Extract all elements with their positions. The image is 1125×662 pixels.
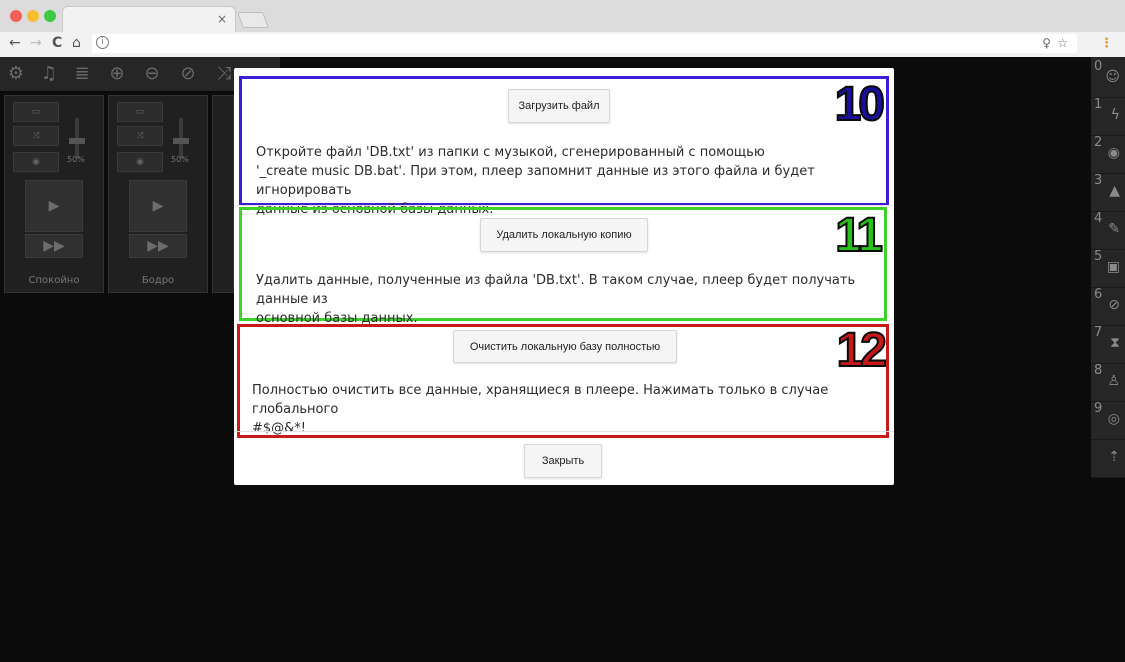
gear-icon[interactable]: ⚙ <box>4 62 28 86</box>
divider <box>234 205 894 206</box>
next-button[interactable]: ▶▶ <box>129 234 187 258</box>
sidebar-item[interactable]: 1ϟ <box>1091 95 1125 136</box>
hourglass-icon: ⧗ <box>1110 335 1120 351</box>
key-icon[interactable]: ♀ <box>1042 36 1051 50</box>
info-icon[interactable]: i <box>96 36 109 49</box>
browser-tab[interactable]: × <box>62 6 236 33</box>
load-file-button[interactable]: Загрузить файл <box>508 89 610 123</box>
sidebar-item[interactable]: 5 ▣ <box>1091 247 1125 288</box>
browser-chrome: × ← → C ⌂ i ♀ ☆ ⋮ <box>0 0 1125 58</box>
volume-knob[interactable] <box>69 138 85 144</box>
title-bar: × <box>0 0 1125 33</box>
star-icon[interactable]: ☆ <box>1057 36 1068 50</box>
volume-slider[interactable] <box>69 118 85 158</box>
section-delete-local: Удалить локальную копию 11 Удалить данны… <box>239 207 887 326</box>
maximize-window-button[interactable] <box>44 10 56 22</box>
volume-slider[interactable] <box>173 118 189 158</box>
joystick-icon: ♙ <box>1107 373 1120 389</box>
sound-panel-partial <box>212 95 234 293</box>
target-icon: ◎ <box>1107 411 1120 427</box>
sidebar-item[interactable]: 0 ☺ <box>1091 57 1125 98</box>
close-window-button[interactable] <box>10 10 22 22</box>
lightning-icon: ϟ <box>1110 107 1120 123</box>
sound-panel: ▭ ⤨ ◉ 50% ▶ ▶▶ Бодро <box>108 95 208 293</box>
sidebar-item[interactable]: 8 ♙ <box>1091 361 1125 402</box>
section-description: Полностью очистить все данные, хранящиес… <box>252 383 829 436</box>
section-number: 10 <box>834 78 886 131</box>
reload-icon[interactable]: C <box>52 35 62 51</box>
arrow-up-icon: ⇡ <box>1108 449 1120 465</box>
volume-percent: 50% <box>171 155 189 164</box>
warning-icon: ▲ <box>1109 183 1120 199</box>
section-clear-all: Очистить локальную базу полностью 12 Пол… <box>237 324 889 438</box>
section-description: Удалить данные, полученные из файла 'DB.… <box>256 273 856 326</box>
database-modal: Загрузить файл 10 Откройте файл 'DB.txt'… <box>234 68 894 485</box>
clear-local-db-button[interactable]: Очистить локальную базу полностью <box>453 330 677 363</box>
volume-percent: 50% <box>67 155 85 164</box>
section-number: 12 <box>836 324 888 377</box>
eye-button[interactable]: ◉ <box>13 152 59 172</box>
database-icon[interactable]: ≣ <box>70 62 94 86</box>
delete-local-copy-button[interactable]: Удалить локальную копию <box>480 218 648 252</box>
smile-icon: ☺ <box>1105 69 1120 85</box>
zoom-out-icon[interactable]: ⊖ <box>140 62 164 86</box>
play-button[interactable]: ▶ <box>25 180 83 232</box>
new-tab-button[interactable] <box>237 12 269 28</box>
wand-icon: ✎ <box>1108 221 1120 237</box>
money-icon: ▣ <box>1106 259 1120 275</box>
sidebar-item[interactable]: 7 ⧗ <box>1091 323 1125 364</box>
shuffle-button[interactable]: ⤨ <box>13 126 59 146</box>
mute-icon: ⊘ <box>1108 297 1120 313</box>
section-load-file: Загрузить файл 10 Откройте файл 'DB.txt'… <box>239 76 889 217</box>
zoom-in-icon[interactable]: ⊕ <box>105 62 129 86</box>
panel-name: Спокойно <box>28 275 80 286</box>
panel-name: Бодро <box>141 275 175 286</box>
play-button[interactable]: ▶ <box>129 180 187 232</box>
shuffle-button[interactable]: ⤨ <box>117 126 163 146</box>
sidebar-item[interactable]: ⇡ <box>1091 437 1125 478</box>
browser-toolbar: ← → C ⌂ i ♀ ☆ ⋮ <box>0 32 1125 58</box>
shuffle-icon[interactable]: ⤨ <box>212 62 236 86</box>
sidebar-item[interactable]: 6 ⊘ <box>1091 285 1125 326</box>
volume-knob[interactable] <box>173 138 189 144</box>
sidebar-item[interactable]: 9 ◎ <box>1091 399 1125 440</box>
next-button[interactable]: ▶▶ <box>25 234 83 258</box>
close-button[interactable]: Закрыть <box>524 444 602 478</box>
home-icon[interactable]: ⌂ <box>72 35 81 51</box>
forward-icon[interactable]: → <box>30 35 42 51</box>
repeat-button[interactable]: ▭ <box>117 102 163 122</box>
sidebar-item[interactable]: 4 ✎ <box>1091 209 1125 250</box>
sidebar-item[interactable]: 2 ◉ <box>1091 133 1125 174</box>
minimize-window-button[interactable] <box>27 10 39 22</box>
eye-button[interactable]: ◉ <box>117 152 163 172</box>
tab-close-icon[interactable]: × <box>217 12 227 26</box>
sound-panel: ▭ ⤨ ◉ 50% ▶ ▶▶ Спокойно <box>4 95 104 293</box>
browser-menu-icon[interactable]: ⋮ <box>1100 36 1113 51</box>
music-icon[interactable]: ♫ <box>37 62 61 86</box>
back-icon[interactable]: ← <box>9 35 21 51</box>
footer-divider <box>234 431 894 432</box>
eye-slash-icon[interactable]: ⊘ <box>176 62 200 86</box>
sidebar-item[interactable]: 3 ▲ <box>1091 171 1125 212</box>
address-bar[interactable]: i ♀ ☆ <box>92 34 1077 53</box>
section-number: 11 <box>834 209 884 262</box>
eye-icon: ◉ <box>1107 145 1120 161</box>
repeat-button[interactable]: ▭ <box>13 102 59 122</box>
right-sidebar: 0 ☺ 1ϟ 2 ◉ 3 ▲ 4 ✎ 5 ▣ 6 ⊘ 7 ⧗ 8 ♙ 9 ◎ ⇡ <box>1091 57 1125 478</box>
